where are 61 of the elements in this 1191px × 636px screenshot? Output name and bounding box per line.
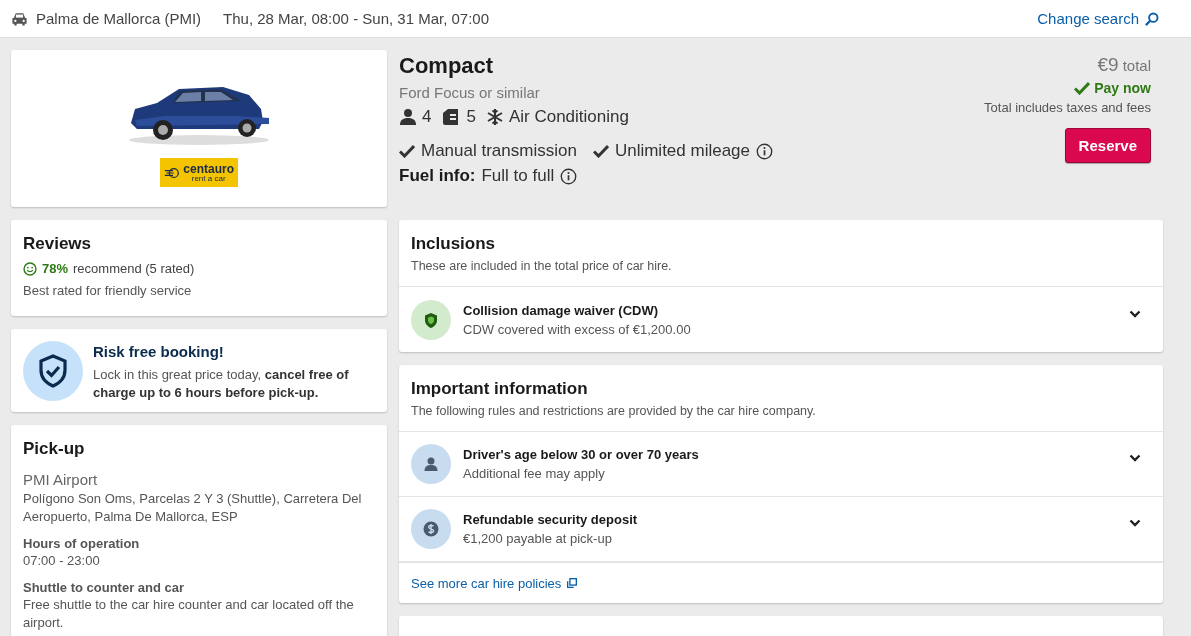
cancellation-text: Lock in this great price today, cancel free of charge up to 6 hours before pick-up. <box>93 366 350 402</box>
feature-label: Manual transmission <box>421 141 577 161</box>
dollar-icon <box>411 509 451 549</box>
smiley-icon <box>23 261 37 276</box>
recommend-count: recommend (5 rated) <box>73 261 195 276</box>
policy-detail: CDW covered with excess of €1,200.00 <box>463 321 692 337</box>
price-label: total <box>1122 57 1151 74</box>
external-link-icon <box>567 578 578 588</box>
pickup-location: Palma de Mallorca (PMI) <box>36 10 202 27</box>
policies-link[interactable]: See more car hire policies <box>411 575 578 591</box>
card-subtitle: These are included in the total price of car hire. <box>411 259 673 273</box>
section-heading: Hours of operation <box>23 536 141 551</box>
reserve-button[interactable]: Reserve <box>1064 128 1151 163</box>
feature-label: Unlimited mileage <box>614 141 751 161</box>
shield-icon <box>411 299 451 340</box>
card-title: Risk free booking! <box>93 343 225 360</box>
logo-wordmark: centauro <box>183 162 234 175</box>
car-category: Compact <box>399 53 495 79</box>
chevron-down-icon[interactable] <box>1129 454 1141 462</box>
person-icon <box>411 444 451 484</box>
fuel-label: Fuel info: <box>399 166 476 186</box>
price-amount: €9 <box>1097 54 1119 76</box>
fuel-policy: Full to full <box>481 166 555 186</box>
policy-title: Refundable security deposit <box>463 512 639 527</box>
search-icon <box>1145 11 1159 26</box>
change-search-link[interactable]: Change search <box>1037 10 1159 27</box>
pickup-address: Polígono Son Oms, Parcelas 2 Y 3 (Shuttle), Carretera Del Aeropuerto, Palma De Mallorca, ESP <box>23 490 363 526</box>
card-title: Important information <box>411 379 589 399</box>
policy-title: Collision damage waiver (CDW) <box>463 302 660 318</box>
shield-check-icon <box>23 341 83 401</box>
review-highlight: Best rated for friendly service <box>23 283 193 298</box>
price-note: Total includes taxes and fees <box>984 100 1151 115</box>
card-title: Pick-up <box>23 439 86 459</box>
person-icon <box>399 108 417 126</box>
card-title: Inclusions <box>411 234 497 254</box>
policy-detail: €1,200 payable at pick-up <box>463 531 613 546</box>
section-text: Free shuttle to the car hire counter and car located off the airport. <box>23 596 355 632</box>
car-icon <box>11 11 28 26</box>
pickup-location: PMI Airport <box>23 471 99 488</box>
chevron-down-icon[interactable] <box>1129 519 1141 527</box>
policy-detail: Additional fee may apply <box>463 466 606 481</box>
check-icon <box>592 144 609 158</box>
logo-tagline: rent a car <box>191 174 226 183</box>
check-icon <box>399 144 415 158</box>
spec-value: Air Conditioning <box>508 107 629 127</box>
card-title: Reviews <box>23 234 93 254</box>
check-icon <box>1074 81 1091 95</box>
section-text: 07:00 - 23:00 <box>23 552 101 570</box>
info-icon <box>560 167 578 185</box>
recommend-percent: 78% <box>42 261 69 276</box>
snowflake-icon <box>485 108 504 126</box>
policy-title: Driver's age below 30 or over 70 years <box>463 447 700 462</box>
card-subtitle: The following rules and restrictions are provided by the car hire company. <box>411 404 817 418</box>
section-heading: Shuttle to counter and car <box>23 580 186 595</box>
car-model: Ford Focus or similar <box>399 84 541 101</box>
spec-value: 4 <box>422 107 432 127</box>
chevron-down-icon[interactable] <box>1129 309 1141 318</box>
spec-value: 5 <box>466 107 476 127</box>
info-icon <box>756 142 774 160</box>
pay-now-label: Pay now <box>1094 80 1151 96</box>
rental-dates: Thu, 28 Mar, 08:00 - Sun, 31 Mar, 07:00 <box>223 10 490 27</box>
